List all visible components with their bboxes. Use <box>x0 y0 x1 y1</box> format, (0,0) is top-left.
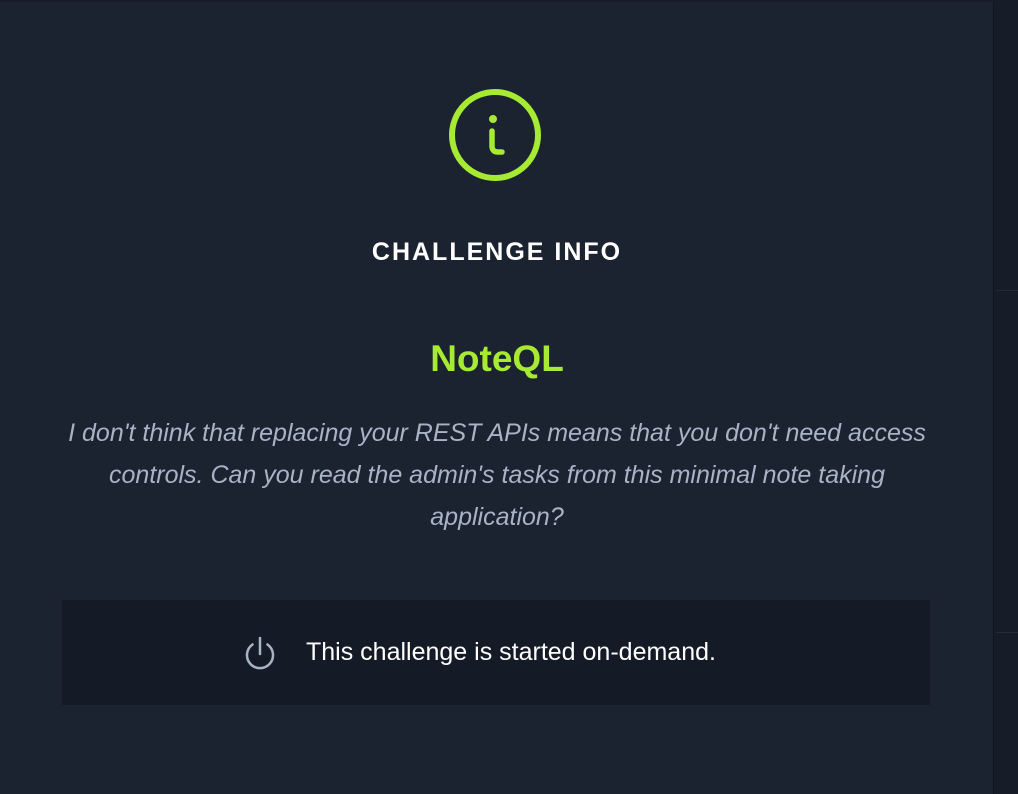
status-text: This challenge is started on-demand. <box>306 638 716 666</box>
modal-heading: CHALLENGE INFO <box>371 238 623 266</box>
info-circle-icon <box>448 88 542 182</box>
challenge-name: NoteQL <box>430 338 564 379</box>
challenge-info-modal: CHALLENGE INFO NoteQL I don't think that… <box>0 2 994 794</box>
power-icon <box>240 634 280 674</box>
challenge-description: I don't think that replacing your REST A… <box>68 419 926 531</box>
backdrop-divider <box>996 632 1018 633</box>
backdrop-divider <box>996 290 1018 291</box>
